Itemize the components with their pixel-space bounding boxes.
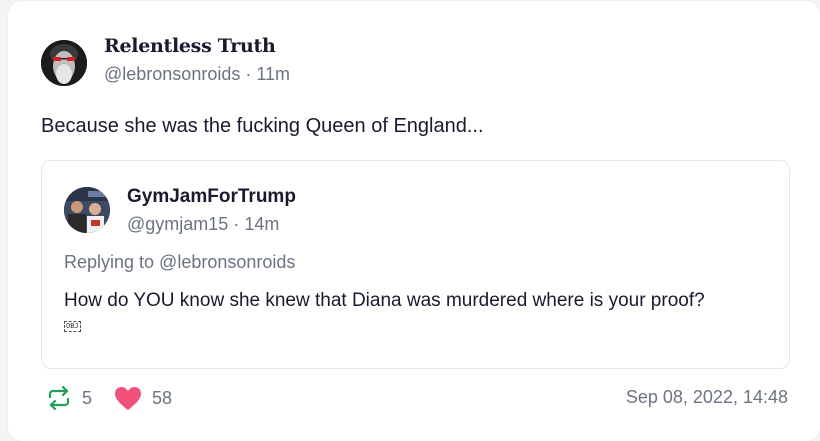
object-placeholder-icon: OBJ [64,321,81,332]
post-text: Because she was the fucking Queen of Eng… [41,115,484,137]
like-button[interactable]: 58 [114,386,172,411]
quoted-author-display-name[interactable]: GymJamForTrump [127,186,296,208]
author-handle[interactable]: @lebronsonroids [104,64,240,84]
author-meta: @lebronsonroids · 11m [104,64,290,85]
post-actions: 5 58 [46,385,172,411]
repost-button[interactable]: 5 [46,386,92,410]
post-card: Relentless Truth @lebronsonroids · 11m B… [8,1,820,441]
quoted-post-text: How do YOU know she knew that Diana was … [64,290,705,311]
post-timestamp[interactable]: Sep 08, 2022, 14:48 [626,387,788,408]
quoted-author-avatar[interactable] [64,187,110,233]
author-avatar[interactable] [41,40,87,86]
quoted-post[interactable]: GymJamForTrump @gymjam15 · 14m Replying … [41,160,790,369]
repost-icon [48,386,70,410]
heart-icon [115,386,142,410]
quoted-post-age: 14m [244,214,280,234]
replying-to: Replying to @lebronsonroids [64,252,296,272]
quoted-author-meta: @gymjam15 · 14m [127,214,279,235]
repost-count: 5 [82,387,93,408]
meta-separator: · [245,64,257,84]
author-display-name[interactable]: Relentless Truth [104,35,276,57]
like-count: 58 [152,387,173,408]
meta-separator: · [233,214,245,234]
post-age: 11m [256,64,291,84]
quoted-author-handle[interactable]: @gymjam15 [127,214,228,234]
